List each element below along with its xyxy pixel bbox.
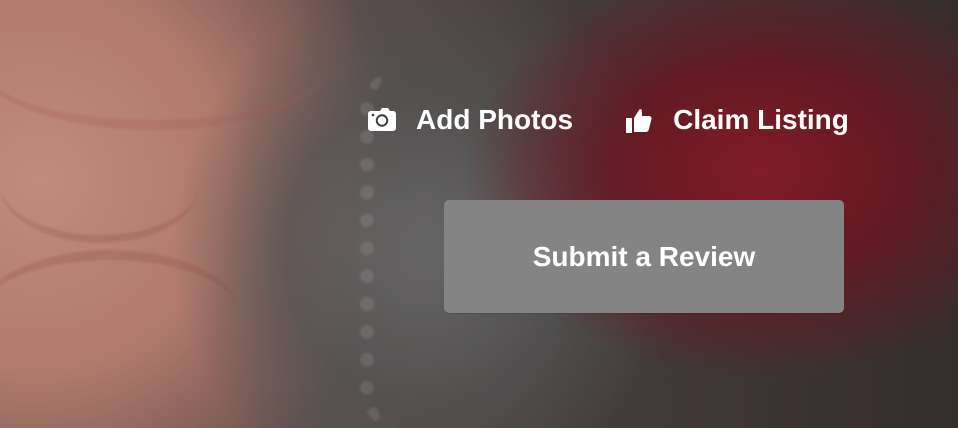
add-photos-link[interactable]: Add Photos (366, 104, 573, 136)
claim-listing-label: Claim Listing (673, 104, 849, 135)
thumbs-up-icon (623, 104, 655, 136)
claim-listing-link[interactable]: Claim Listing (623, 104, 849, 136)
submit-review-button[interactable]: Submit a Review (444, 200, 844, 313)
listing-actions: Add Photos Claim Listing (366, 104, 849, 136)
camera-icon (366, 104, 398, 136)
photo-detail (0, 125, 200, 243)
hero-banner: Add Photos Claim Listing Submit a Review (0, 0, 958, 428)
photo-detail (0, 0, 330, 130)
photo-detail (0, 250, 240, 380)
add-photos-label: Add Photos (416, 104, 574, 135)
